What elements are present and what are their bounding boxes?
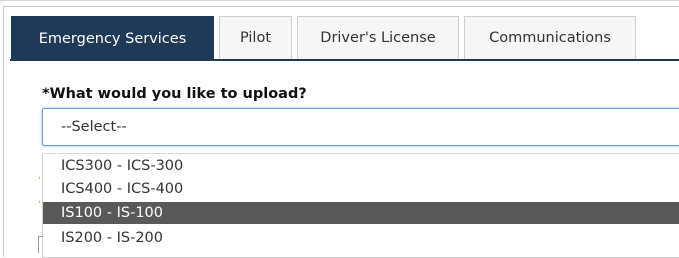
tab-underline [10, 59, 679, 61]
tab-communications[interactable]: Communications [464, 16, 636, 59]
dropdown-option-ics400[interactable]: ICS400 - ICS-400 [43, 178, 679, 200]
upload-type-dropdown: ICS300 - ICS-300 ICS400 - ICS-400 IS100 … [42, 153, 679, 258]
tab-drivers-license[interactable]: Driver's License [297, 16, 459, 59]
top-divider [0, 0, 679, 1]
obscured-field-marker: ' [38, 200, 41, 210]
dropdown-option-is100[interactable]: IS100 - IS-100 [43, 202, 679, 224]
obscured-field-edge [38, 236, 43, 253]
upload-type-select[interactable]: --Select-- [42, 108, 679, 146]
dropdown-option-is200[interactable]: IS200 - IS-200 [43, 227, 679, 249]
tab-emergency-services[interactable]: Emergency Services [11, 16, 214, 61]
dropdown-option-ics300[interactable]: ICS300 - ICS-300 [43, 155, 679, 177]
obscured-field-marker: ' [38, 176, 41, 186]
tab-pilot[interactable]: Pilot [219, 16, 292, 59]
upload-type-label: *What would you like to upload? [42, 86, 307, 102]
